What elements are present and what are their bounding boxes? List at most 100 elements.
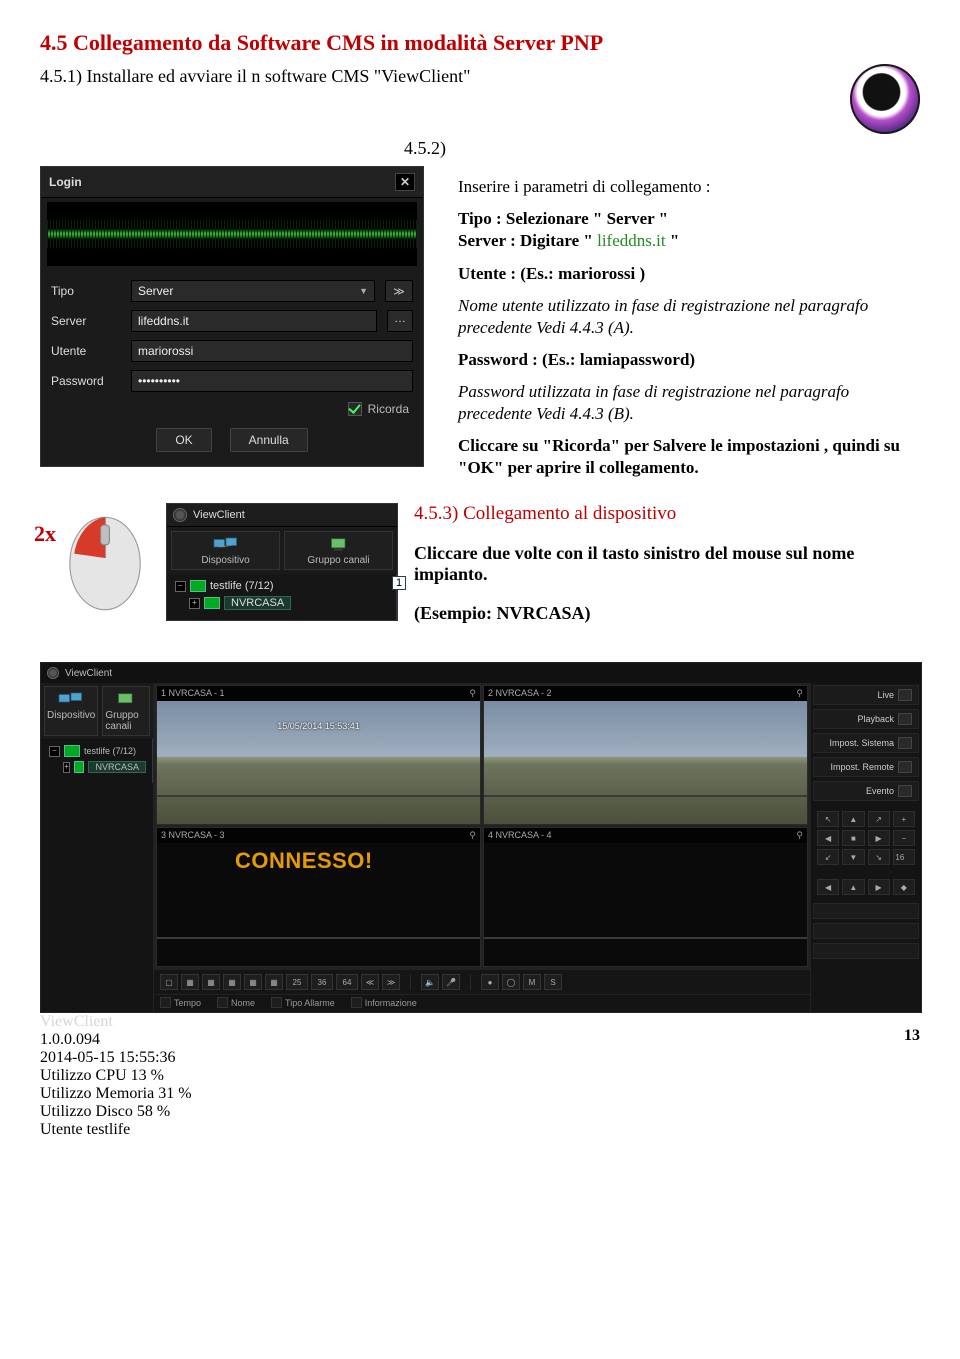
status-informazione: Informazione — [365, 998, 417, 1008]
s-button[interactable]: S — [544, 974, 562, 990]
server-input[interactable] — [131, 310, 377, 332]
ptz-ne-icon[interactable]: ↗ — [868, 811, 890, 827]
layout-36-button[interactable]: 36 — [311, 974, 333, 990]
record-button[interactable]: ● — [481, 974, 499, 990]
nav-right-icon[interactable]: ▶ — [868, 879, 890, 895]
zoom-icon[interactable]: ⚲ — [469, 830, 476, 841]
connect-line2: (Esempio: NVRCASA) — [414, 603, 591, 623]
zoom-icon[interactable]: ⚲ — [796, 688, 803, 699]
monitor-icon — [204, 597, 220, 609]
vc-tree-node-nvrcasa[interactable]: + NVRCASA — [49, 759, 146, 775]
volume-icon[interactable]: 🔈 — [421, 974, 439, 990]
footer-app: ViewClient — [40, 1013, 192, 1031]
layout-4-icon[interactable]: ▦ — [181, 974, 199, 990]
expand-icon[interactable]: + — [189, 598, 200, 609]
next-page-button[interactable]: ≫ — [382, 974, 400, 990]
live-icon — [898, 689, 912, 701]
tipo-select[interactable]: Server ▼ — [131, 280, 375, 302]
mic-icon[interactable]: 🎤 — [442, 974, 460, 990]
nav-misc-icon[interactable]: ◆ — [893, 879, 915, 895]
vc-node-nvrcasa-label: NVRCASA — [88, 761, 146, 773]
tipo-label: Tipo — [51, 284, 121, 298]
footer-dt: 2014-05-15 15:55:36 — [40, 1049, 192, 1067]
status-tipo-allarme: Tipo Allarme — [285, 998, 335, 1008]
vc-tab-dispositivo[interactable]: Dispositivo — [44, 686, 98, 736]
instr-inserire: Inserire i parametri di collegamento : — [458, 176, 920, 198]
vc-node-testlife-label: testlife (7/12) — [84, 746, 136, 756]
nav-up-icon[interactable]: ▲ — [842, 879, 864, 895]
layout-8-icon[interactable]: ▦ — [223, 974, 241, 990]
right-slot — [813, 943, 919, 959]
tab-gruppo-canali[interactable]: Gruppo canali — [284, 531, 393, 570]
zoom-icon[interactable]: ⚲ — [469, 688, 476, 699]
status-icon — [160, 997, 171, 1008]
ptz-zoomin-icon[interactable]: + — [893, 811, 915, 827]
zoom-icon[interactable]: ⚲ — [796, 830, 803, 841]
layout-64-button[interactable]: 64 — [336, 974, 358, 990]
password-input[interactable] — [131, 370, 413, 392]
vc-statusbar: Tempo Nome Tipo Allarme Informazione — [154, 994, 810, 1012]
cell1-title: 1 NVRCASA - 1 — [161, 688, 225, 699]
server-label: Server — [51, 314, 121, 328]
viewclient-app-icon — [47, 667, 59, 679]
tree-node-testlife[interactable]: − testlife (7/12) — [175, 578, 390, 594]
right-slot — [813, 903, 919, 919]
tipo-advance-button[interactable]: ≫ — [385, 280, 413, 302]
right-playback[interactable]: Playback — [813, 709, 919, 729]
utente-input[interactable] — [131, 340, 413, 362]
instr-password: Password : (Es.: lamiapassword) — [458, 350, 695, 369]
login-title: Login — [49, 175, 82, 189]
ptz-sw-icon[interactable]: ↙ — [817, 849, 839, 865]
video-cell-3[interactable]: 3 NVRCASA - 3 ⚲ CONNESSO! — [156, 827, 481, 967]
close-icon[interactable]: ✕ — [395, 173, 415, 191]
event-icon — [898, 785, 912, 797]
connect-line1: Cliccare due volte con il tasto sinistro… — [414, 543, 854, 584]
server-browse-button[interactable]: … — [387, 310, 413, 332]
ptz-nw-icon[interactable]: ↖ — [817, 811, 839, 827]
ptz-left-icon[interactable]: ◀ — [817, 830, 839, 846]
tree-side-number: 1 — [392, 576, 406, 590]
ptz-zoomout-icon[interactable]: − — [893, 830, 915, 846]
right-impost-sistema[interactable]: Impost. Sistema — [813, 733, 919, 753]
collapse-icon[interactable]: − — [49, 746, 60, 757]
layout-25-button[interactable]: 25 — [286, 974, 308, 990]
vc-tree-node-testlife[interactable]: − testlife (7/12) — [49, 743, 146, 759]
right-slot — [813, 923, 919, 939]
snapshot-button[interactable]: ◯ — [502, 974, 520, 990]
right-evento[interactable]: Evento — [813, 781, 919, 801]
vc-tab-gruppo[interactable]: Gruppo canali — [102, 686, 150, 736]
monitor-icon — [74, 761, 84, 773]
ptz-up-icon[interactable]: ▲ — [842, 811, 864, 827]
instr-server-a: Server : Digitare " — [458, 231, 597, 250]
annulla-button[interactable]: Annulla — [230, 428, 308, 452]
expand-icon[interactable]: + — [63, 762, 70, 773]
tree-node-nvrcasa-label: NVRCASA — [224, 596, 291, 610]
ok-button[interactable]: OK — [156, 428, 211, 452]
vc-tab-dispositivo-label: Dispositivo — [47, 710, 95, 721]
layout-9-icon[interactable]: ▦ — [244, 974, 262, 990]
instr-utente-note: Nome utente utilizzato in fase di regist… — [458, 295, 920, 339]
layout-16-icon[interactable]: ▦ — [265, 974, 283, 990]
video-cell-1[interactable]: 1 NVRCASA - 1 ⚲ 15/05/2014 15:53:41 — [156, 685, 481, 825]
ptz-down-icon[interactable]: ▼ — [842, 849, 864, 865]
ptz-home-icon[interactable]: ■ — [842, 830, 864, 846]
m-button[interactable]: M — [523, 974, 541, 990]
collapse-icon[interactable]: − — [175, 581, 186, 592]
password-label: Password — [51, 374, 121, 388]
video-cell-4[interactable]: 4 NVRCASA - 4 ⚲ — [483, 827, 808, 967]
right-impost-remote[interactable]: Impost. Remote — [813, 757, 919, 777]
ricorda-label: Ricorda — [368, 402, 409, 416]
ptz-pad[interactable]: ↖▲↗+ ◀■▶− ↙▼↘16 — [813, 807, 919, 869]
tree-node-nvrcasa[interactable]: + NVRCASA — [175, 594, 390, 612]
nav-prev-icon[interactable]: ◀ — [817, 879, 839, 895]
prev-page-button[interactable]: ≪ — [361, 974, 379, 990]
right-live[interactable]: Live — [813, 685, 919, 705]
video-cell-2[interactable]: 2 NVRCASA - 2 ⚲ — [483, 685, 808, 825]
layout-6-icon[interactable]: ▦ — [202, 974, 220, 990]
devices-icon — [211, 535, 241, 553]
ptz-right-icon[interactable]: ▶ — [868, 830, 890, 846]
tab-dispositivo[interactable]: Dispositivo — [171, 531, 280, 570]
layout-1-icon[interactable]: ▢ — [160, 974, 178, 990]
ricorda-checkbox[interactable] — [348, 402, 362, 416]
ptz-se-icon[interactable]: ↘ — [868, 849, 890, 865]
